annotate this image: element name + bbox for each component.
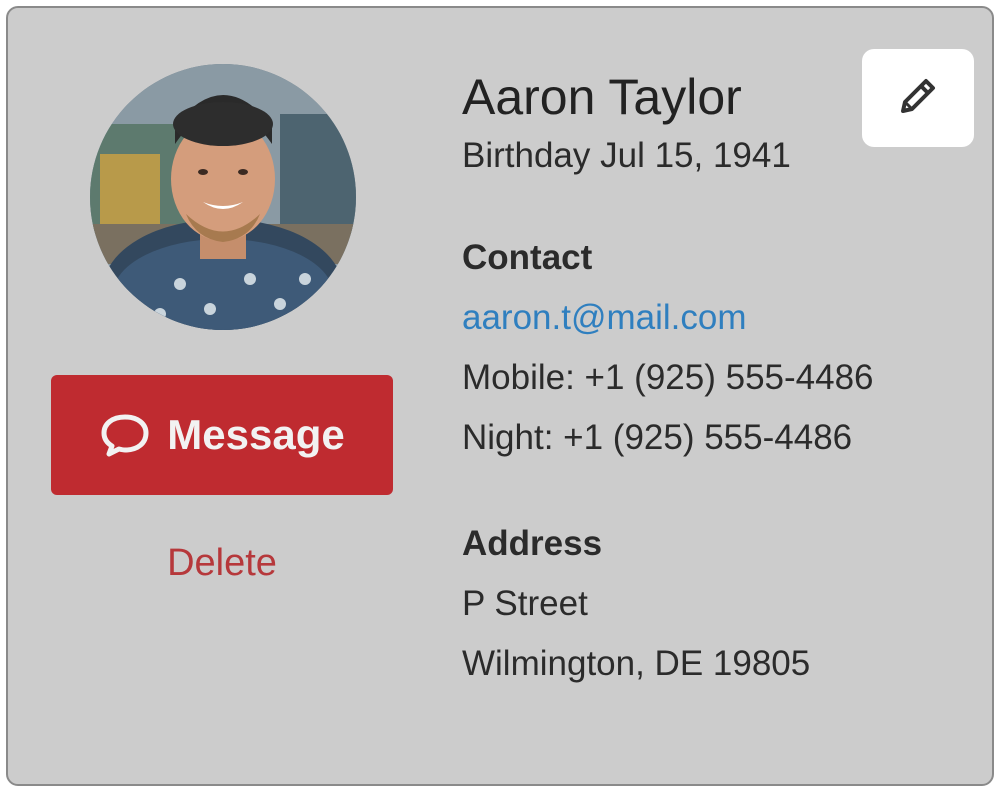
- contact-card: Message Delete Aaron Taylor Birthday Jul…: [6, 6, 994, 786]
- message-button-label: Message: [167, 411, 345, 458]
- address-city: Wilmington, DE 19805: [462, 644, 811, 683]
- edit-button[interactable]: [862, 49, 974, 147]
- pencil-icon: [895, 73, 941, 124]
- mobile-phone: Mobile: +1 (925) 555-4486: [462, 358, 874, 397]
- contact-heading: Contact: [462, 238, 593, 277]
- email-link[interactable]: aaron.t@mail.com: [462, 288, 874, 348]
- address-street: P Street: [462, 584, 588, 623]
- message-button[interactable]: Message: [51, 375, 393, 495]
- contact-section: Contact aaron.t@mail.com Mobile: +1 (925…: [462, 236, 874, 468]
- avatar: [90, 64, 356, 330]
- address-heading: Address: [462, 524, 603, 563]
- avatar-photo: [90, 64, 356, 330]
- night-phone: Night: +1 (925) 555-4486: [462, 418, 853, 457]
- delete-link[interactable]: Delete: [51, 542, 393, 585]
- birthday-text: Birthday Jul 15, 1941: [462, 136, 791, 175]
- contact-info: Aaron Taylor Birthday Jul 15, 1941 Conta…: [462, 66, 874, 694]
- address-section: Address P Street Wilmington, DE 19805: [462, 522, 874, 694]
- speech-bubble-icon: [99, 411, 151, 459]
- contact-name: Aaron Taylor: [462, 69, 742, 125]
